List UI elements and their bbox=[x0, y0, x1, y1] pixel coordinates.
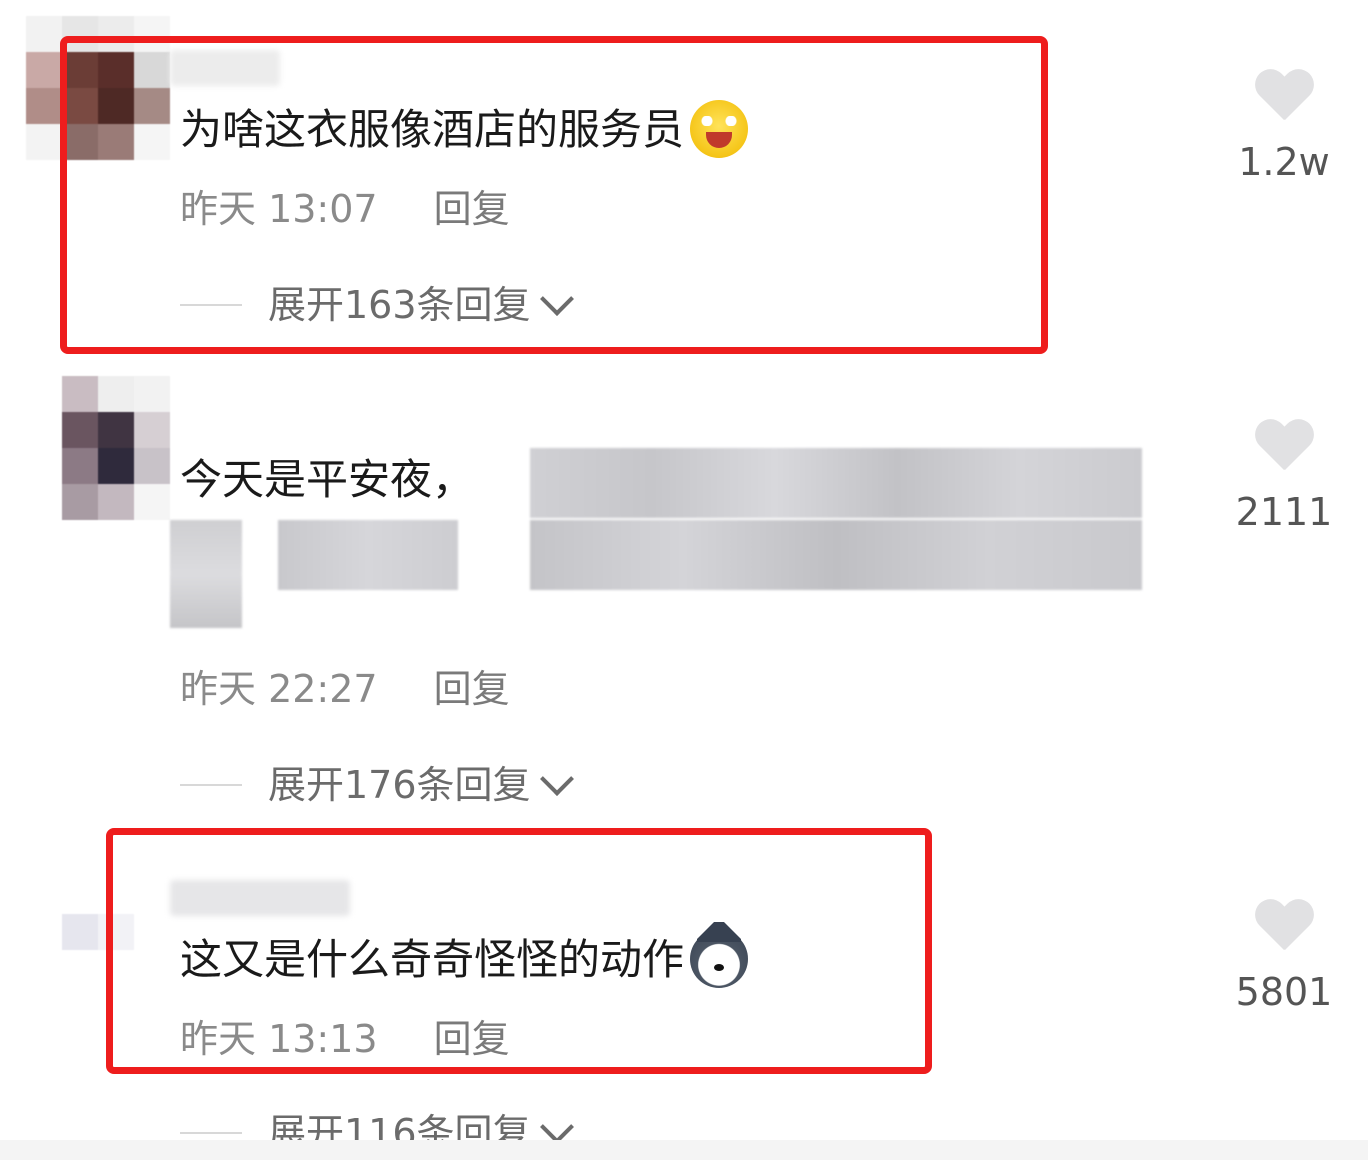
comment-text-content: 为啥这衣服像酒店的服务员 bbox=[180, 105, 685, 154]
like-button[interactable]: 5801 bbox=[1232, 900, 1336, 1014]
username-blurred[interactable] bbox=[170, 880, 350, 916]
mosaic-blurred-text bbox=[170, 448, 1145, 628]
expand-replies-button[interactable]: 展开176条回复 bbox=[180, 762, 574, 808]
comment-time: 昨天 22:27 bbox=[180, 667, 378, 711]
reply-button[interactable]: 回复 bbox=[434, 667, 510, 711]
like-button[interactable]: 2111 bbox=[1232, 420, 1336, 534]
comment-time: 昨天 13:13 bbox=[180, 1017, 378, 1061]
heart-icon bbox=[1254, 70, 1314, 124]
comment-time: 昨天 13:07 bbox=[180, 187, 378, 231]
husky-dog-emoji-icon bbox=[690, 921, 749, 988]
expand-replies-label: 展开163条回复 bbox=[268, 283, 531, 327]
like-button[interactable]: 1.2w bbox=[1232, 70, 1336, 184]
like-count: 2111 bbox=[1235, 490, 1333, 534]
chevron-down-icon bbox=[539, 282, 574, 316]
heart-icon bbox=[1254, 420, 1314, 474]
divider-line bbox=[180, 304, 242, 306]
heart-icon bbox=[1254, 900, 1314, 954]
like-count: 1.2w bbox=[1238, 140, 1330, 184]
divider-line bbox=[180, 1132, 242, 1134]
comment-text: 这又是什么奇奇怪怪的动作 bbox=[180, 921, 749, 992]
comment-meta: 昨天 22:27 回复 bbox=[180, 666, 510, 712]
chevron-down-icon bbox=[539, 762, 574, 796]
reply-button[interactable]: 回复 bbox=[434, 1017, 510, 1061]
comment-meta: 昨天 13:13 回复 bbox=[180, 1016, 510, 1062]
divider-line bbox=[180, 784, 242, 786]
like-count: 5801 bbox=[1235, 970, 1333, 1014]
comment-text-content: 这又是什么奇奇怪怪的动作 bbox=[180, 935, 685, 984]
username-blurred[interactable] bbox=[170, 50, 280, 86]
laughing-crying-emoji-icon bbox=[690, 99, 749, 158]
avatar[interactable] bbox=[26, 16, 170, 160]
bottom-edge bbox=[0, 1140, 1368, 1160]
comment-meta: 昨天 13:07 回复 bbox=[180, 186, 510, 232]
avatar[interactable] bbox=[62, 914, 134, 950]
chevron-down-icon bbox=[539, 1110, 574, 1144]
expand-replies-label: 展开176条回复 bbox=[268, 763, 531, 807]
comment-text: 为啥这衣服像酒店的服务员 bbox=[180, 99, 749, 162]
reply-button[interactable]: 回复 bbox=[434, 187, 510, 231]
avatar[interactable] bbox=[62, 376, 170, 520]
expand-replies-button[interactable]: 展开163条回复 bbox=[180, 282, 574, 328]
